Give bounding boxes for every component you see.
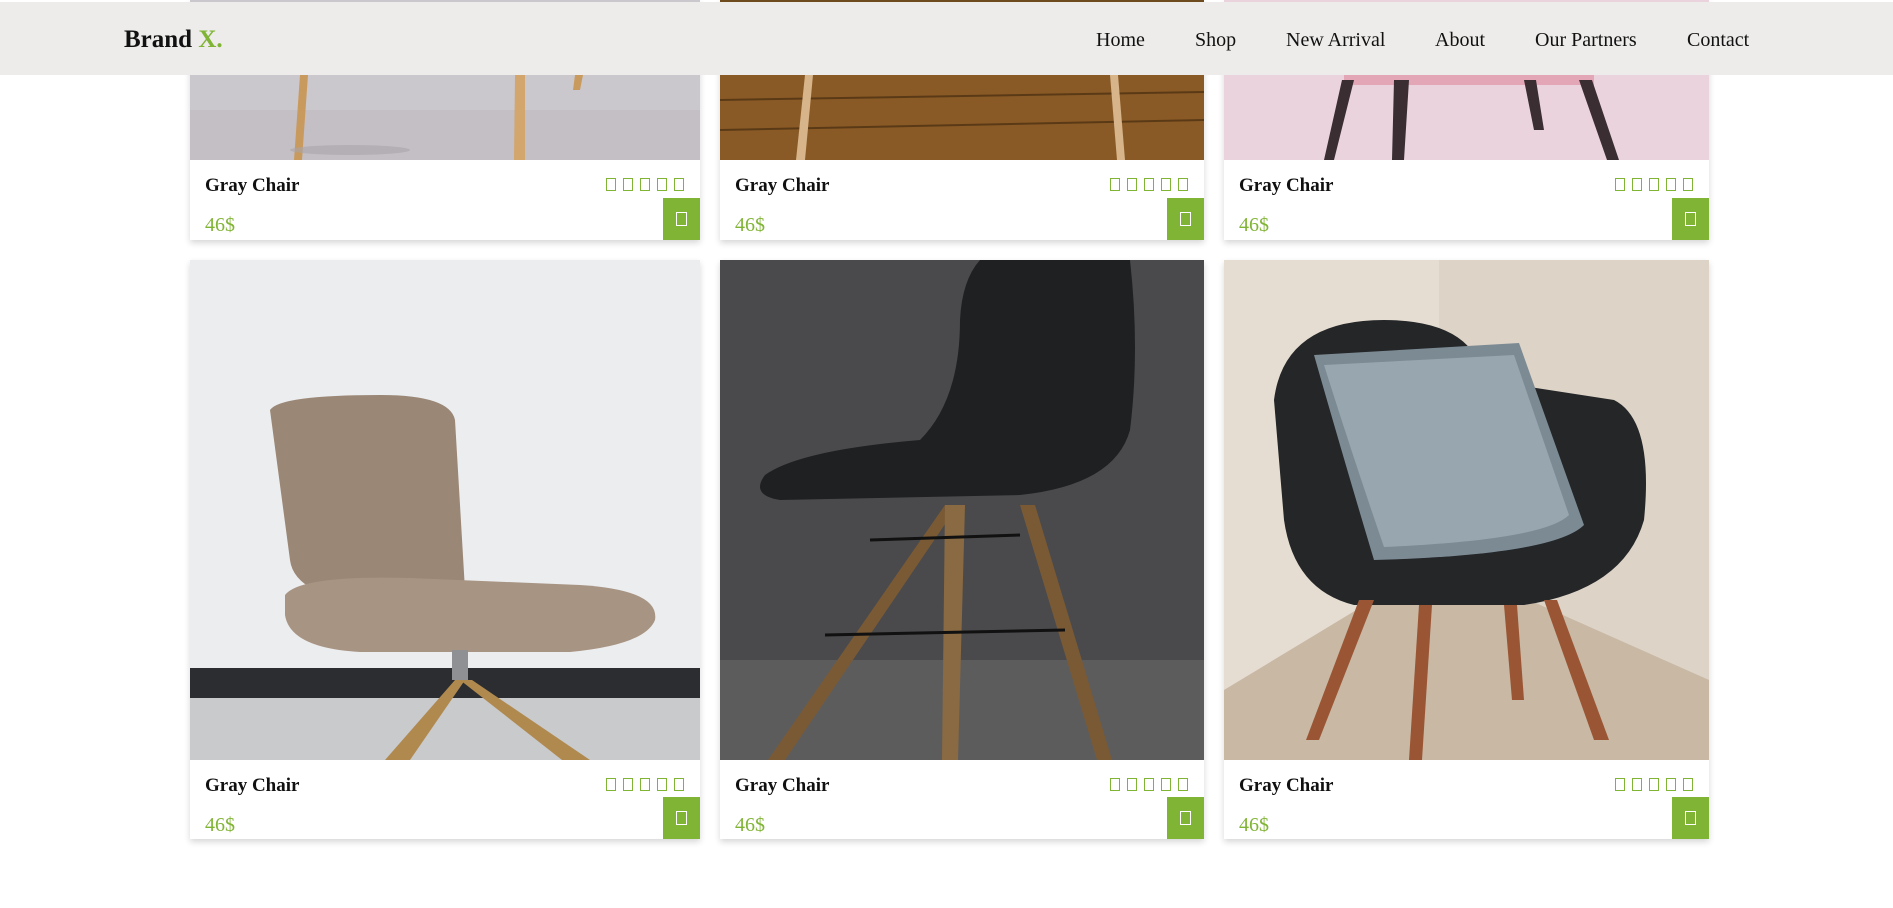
nav-our-partners[interactable]: Our Partners bbox=[1535, 29, 1637, 52]
star-icon[interactable] bbox=[640, 178, 650, 191]
cart-icon bbox=[676, 811, 687, 825]
star-icon[interactable] bbox=[1666, 178, 1676, 191]
cart-icon bbox=[676, 212, 687, 226]
rating-stars bbox=[1110, 778, 1188, 791]
product-name[interactable]: Gray Chair bbox=[205, 175, 299, 197]
star-icon[interactable] bbox=[1615, 178, 1625, 191]
star-icon[interactable] bbox=[674, 778, 684, 791]
star-icon[interactable] bbox=[1127, 778, 1137, 791]
star-icon[interactable] bbox=[1110, 178, 1120, 191]
star-icon[interactable] bbox=[1178, 178, 1188, 191]
star-icon[interactable] bbox=[606, 178, 616, 191]
product-name[interactable]: Gray Chair bbox=[1239, 775, 1333, 797]
main-nav: Home Shop New Arrival About Our Partners… bbox=[0, 29, 1893, 59]
cart-icon bbox=[1180, 212, 1191, 226]
star-icon[interactable] bbox=[623, 178, 633, 191]
add-to-cart-button[interactable] bbox=[1167, 198, 1204, 240]
rating-stars bbox=[1615, 178, 1693, 191]
star-icon[interactable] bbox=[1178, 778, 1188, 791]
nav-new-arrival[interactable]: New Arrival bbox=[1286, 29, 1385, 52]
nav-about[interactable]: About bbox=[1435, 29, 1485, 52]
product-card: Gray Chair 46$ bbox=[720, 260, 1204, 839]
star-icon[interactable] bbox=[640, 778, 650, 791]
add-to-cart-button[interactable] bbox=[1672, 797, 1709, 839]
cart-icon bbox=[1685, 811, 1696, 825]
star-icon[interactable] bbox=[1144, 178, 1154, 191]
star-icon[interactable] bbox=[1615, 778, 1625, 791]
add-to-cart-button[interactable] bbox=[663, 198, 700, 240]
product-card: Gray Chair 46$ bbox=[190, 260, 700, 839]
star-icon[interactable] bbox=[606, 778, 616, 791]
star-icon[interactable] bbox=[1144, 778, 1154, 791]
add-to-cart-button[interactable] bbox=[1167, 797, 1204, 839]
nav-home[interactable]: Home bbox=[1096, 29, 1145, 52]
rating-stars bbox=[606, 778, 684, 791]
cart-icon bbox=[1685, 212, 1696, 226]
star-icon[interactable] bbox=[657, 178, 667, 191]
star-icon[interactable] bbox=[1161, 178, 1171, 191]
cart-icon bbox=[1180, 811, 1191, 825]
star-icon[interactable] bbox=[1649, 178, 1659, 191]
star-icon[interactable] bbox=[1161, 778, 1171, 791]
product-image[interactable] bbox=[1224, 260, 1709, 760]
star-icon[interactable] bbox=[1632, 178, 1642, 191]
product-price: 46$ bbox=[735, 814, 765, 836]
nav-shop[interactable]: Shop bbox=[1195, 29, 1236, 52]
product-price: 46$ bbox=[735, 214, 765, 236]
product-price: 46$ bbox=[1239, 214, 1269, 236]
star-icon[interactable] bbox=[1127, 178, 1137, 191]
rating-stars bbox=[606, 178, 684, 191]
rating-stars bbox=[1110, 178, 1188, 191]
add-to-cart-button[interactable] bbox=[663, 797, 700, 839]
product-price: 46$ bbox=[205, 214, 235, 236]
add-to-cart-button[interactable] bbox=[1672, 198, 1709, 240]
star-icon[interactable] bbox=[674, 178, 684, 191]
product-image[interactable] bbox=[720, 260, 1204, 760]
star-icon[interactable] bbox=[1110, 778, 1120, 791]
star-icon[interactable] bbox=[623, 778, 633, 791]
rating-stars bbox=[1615, 778, 1693, 791]
product-price: 46$ bbox=[205, 814, 235, 836]
star-icon[interactable] bbox=[1683, 778, 1693, 791]
product-name[interactable]: Gray Chair bbox=[735, 175, 829, 197]
navbar: Brand X. Home Shop New Arrival About Our… bbox=[0, 2, 1893, 75]
product-name[interactable]: Gray Chair bbox=[735, 775, 829, 797]
star-icon[interactable] bbox=[1683, 178, 1693, 191]
star-icon[interactable] bbox=[1632, 778, 1642, 791]
star-icon[interactable] bbox=[657, 778, 667, 791]
star-icon[interactable] bbox=[1649, 778, 1659, 791]
product-price: 46$ bbox=[1239, 814, 1269, 836]
star-icon[interactable] bbox=[1666, 778, 1676, 791]
nav-contact[interactable]: Contact bbox=[1687, 29, 1749, 52]
product-name[interactable]: Gray Chair bbox=[1239, 175, 1333, 197]
product-name[interactable]: Gray Chair bbox=[205, 775, 299, 797]
product-image[interactable] bbox=[190, 260, 700, 760]
product-card: Gray Chair 46$ bbox=[1224, 260, 1709, 839]
